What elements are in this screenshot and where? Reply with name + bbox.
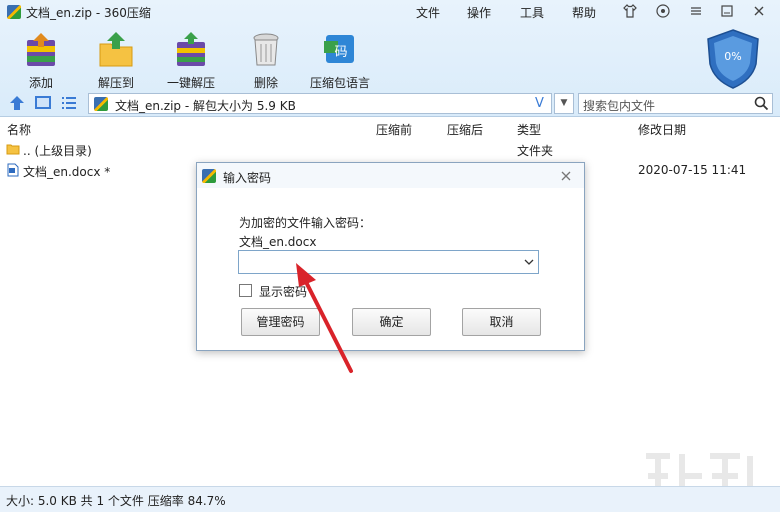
cancel-button[interactable]: 取消 <box>462 308 541 336</box>
address-dropdown-button[interactable]: ▼ <box>554 93 574 114</box>
dialog-close-icon[interactable] <box>557 167 575 185</box>
show-password-checkbox[interactable] <box>239 284 252 297</box>
one-click-extract-label: 一键解压 <box>166 76 215 90</box>
address-path: 文档_en.zip - 解包大小为 5.9 KB <box>115 99 296 113</box>
security-shield[interactable]: 0% <box>704 28 762 90</box>
window-title: 文档_en.zip - 360压缩 <box>26 6 151 20</box>
archive-language-label: 压缩包语言 <box>309 76 370 90</box>
dialog-app-icon <box>202 169 216 183</box>
code-language-icon: 码 <box>321 32 359 68</box>
tshirt-skin-icon[interactable] <box>621 3 639 21</box>
feedback-icon[interactable] <box>654 3 672 21</box>
menu-lines-icon[interactable] <box>687 3 705 21</box>
menu-operate[interactable]: 操作 <box>467 4 491 21</box>
large-view-icon[interactable] <box>35 96 51 109</box>
row-name: 文档_en.docx * <box>23 165 111 179</box>
status-text: 大小: 5.0 KB 共 1 个文件 压缩率 84.7% <box>6 494 226 508</box>
extract-folder-icon <box>97 32 135 68</box>
delete-button[interactable]: 删除 <box>230 28 302 90</box>
close-icon[interactable] <box>750 3 768 21</box>
up-arrow-icon[interactable] <box>9 95 25 111</box>
title-bar: 文档_en.zip - 360压缩 文件 操作 工具 帮助 <box>0 0 780 24</box>
zip-file-icon <box>94 97 108 111</box>
search-box[interactable]: 搜索包内文件 <box>578 93 773 114</box>
dialog-title-bar: 输入密码 <box>197 163 584 188</box>
add-label: 添加 <box>28 76 53 90</box>
row-name: .. (上级目录) <box>23 144 92 158</box>
password-dialog: 输入密码 为加密的文件输入密码： 文档_en.docx 显示密码 管理密码 确定… <box>196 162 585 351</box>
word-document-icon <box>6 163 20 177</box>
folder-icon <box>6 142 20 156</box>
search-placeholder: 搜索包内文件 <box>583 99 656 113</box>
add-archive-icon <box>22 32 60 68</box>
column-modified[interactable]: 修改日期 <box>638 121 686 138</box>
list-view-icon[interactable] <box>61 96 77 110</box>
svg-text:码: 码 <box>334 45 347 60</box>
trash-icon <box>247 32 285 68</box>
search-icon[interactable] <box>754 96 769 111</box>
password-input[interactable] <box>241 253 519 271</box>
manage-password-button[interactable]: 管理密码 <box>241 308 320 336</box>
row-date: 2020-07-15 11:41 <box>638 163 747 177</box>
column-after[interactable]: 压缩后 <box>447 121 483 138</box>
encrypted-file-name: 文档_en.docx <box>239 235 317 249</box>
extract-to-label: 解压到 <box>97 76 134 90</box>
password-prompt-label: 为加密的文件输入密码： <box>239 216 372 230</box>
extract-to-button[interactable]: 解压到 <box>80 28 152 90</box>
address-bar[interactable]: 文档_en.zip - 解包大小为 5.9 KB V <box>88 93 552 114</box>
app-logo-icon <box>7 5 21 19</box>
row-type: 文件夹 <box>517 144 554 158</box>
verified-v-icon: V <box>535 96 544 111</box>
show-password-label[interactable]: 显示密码 <box>259 283 307 300</box>
column-before[interactable]: 压缩前 <box>376 121 412 138</box>
dialog-title: 输入密码 <box>223 171 272 185</box>
shield-percent: 0% <box>724 50 742 63</box>
archive-language-button[interactable]: 码 压缩包语言 <box>304 28 376 90</box>
one-click-extract-icon <box>172 32 210 68</box>
one-click-extract-button[interactable]: 一键解压 <box>155 28 227 90</box>
top-region: 文档_en.zip - 360压缩 文件 操作 工具 帮助 添加 解压到 一键解… <box>0 0 780 117</box>
menu-file[interactable]: 文件 <box>416 4 440 21</box>
column-name[interactable]: 名称 <box>7 121 31 138</box>
password-combobox[interactable] <box>238 250 539 274</box>
menu-tools[interactable]: 工具 <box>520 4 544 21</box>
status-bar: 大小: 5.0 KB 共 1 个文件 压缩率 84.7% <box>0 486 780 512</box>
table-row[interactable]: .. (上级目录) 文件夹 <box>0 139 780 160</box>
minimize-icon[interactable] <box>718 3 736 21</box>
column-type[interactable]: 类型 <box>517 121 541 138</box>
chevron-down-icon[interactable] <box>524 256 534 266</box>
ok-button[interactable]: 确定 <box>352 308 431 336</box>
add-button[interactable]: 添加 <box>5 28 77 90</box>
delete-label: 删除 <box>253 76 278 90</box>
menu-help[interactable]: 帮助 <box>572 4 596 21</box>
